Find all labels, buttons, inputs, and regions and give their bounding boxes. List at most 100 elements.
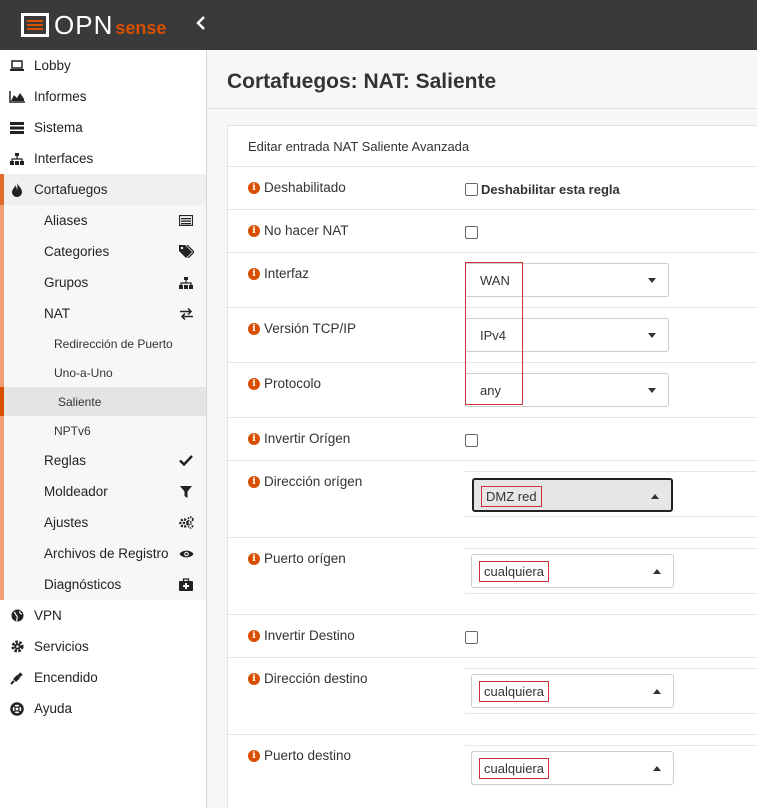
field-label: i Versión TCP/IP <box>248 321 356 336</box>
info-icon[interactable]: i <box>248 224 260 237</box>
sidebar-item-uno-a-uno[interactable]: Uno-a-Uno <box>4 358 206 387</box>
no-nat-checkbox[interactable] <box>465 226 478 240</box>
panel-title: Editar entrada NAT Saliente Avanzada <box>228 126 757 167</box>
info-icon[interactable]: i <box>248 672 260 685</box>
sidebar-item-label: VPN <box>34 608 62 623</box>
life-ring-icon <box>8 701 26 716</box>
opnsense-logo[interactable]: OPN sense <box>20 10 166 40</box>
divider <box>465 668 757 669</box>
info-icon[interactable]: i <box>248 749 260 762</box>
info-icon[interactable]: i <box>248 432 260 445</box>
sitemap-icon <box>178 276 194 290</box>
caret-down-icon <box>648 278 656 283</box>
sidebar-item-vpn[interactable]: VPN <box>0 600 206 631</box>
sidebar-item-aliases[interactable]: Aliases <box>4 205 206 236</box>
destination-port-combobox[interactable]: cualquiera <box>471 751 674 785</box>
sidebar-item-redireccion-de-puerto[interactable]: Redirección de Puerto <box>4 329 206 358</box>
info-icon[interactable]: i <box>248 629 260 642</box>
source-port-combobox[interactable]: cualquiera <box>471 554 674 588</box>
disable-rule-checkbox[interactable] <box>465 183 478 197</box>
field-label: i Puerto orígen <box>248 551 346 566</box>
sitemap-icon <box>8 152 26 165</box>
sidebar-item-servicios[interactable]: Servicios <box>0 631 206 662</box>
sidebar-item-label: Archivos de Registro <box>44 546 169 561</box>
invert-destination-checkbox[interactable] <box>465 631 478 645</box>
sidebar-item-sistema[interactable]: Sistema <box>0 112 206 143</box>
sidebar-item-label: Encendido <box>34 670 98 685</box>
check-icon <box>178 454 194 468</box>
caret-up-icon <box>653 569 661 574</box>
globe-icon <box>8 609 26 622</box>
collapse-sidebar-button[interactable] <box>196 16 206 35</box>
form-row-source-port: i Puerto orígen cualquiera <box>228 538 757 615</box>
page-title: Cortafuegos: NAT: Saliente <box>227 70 497 93</box>
destination-address-value: cualquiera <box>479 681 549 702</box>
divider <box>465 593 757 594</box>
sidebar-item-label: Servicios <box>34 639 89 654</box>
area-chart-icon <box>8 90 26 103</box>
sidebar-item-lobby[interactable]: Lobby <box>0 50 206 81</box>
form-row-invert-source: i Invertir Orígen <box>228 418 757 461</box>
form-row-invert-destination: i Invertir Destino <box>228 615 757 658</box>
field-label: i Dirección orígen <box>248 474 362 489</box>
server-icon <box>8 121 26 134</box>
cog-icon <box>8 640 26 653</box>
sidebar-item-ajustes[interactable]: Ajustes <box>4 507 206 538</box>
divider <box>465 745 757 746</box>
source-address-combobox[interactable]: DMZ red <box>472 478 673 512</box>
sidebar-item-label: Diagnósticos <box>44 577 122 592</box>
sidebar-item-interfaces[interactable]: Interfaces <box>0 143 206 174</box>
info-icon[interactable]: i <box>248 322 260 335</box>
sidebar-item-archivos-de-registro[interactable]: Archivos de Registro <box>4 538 206 569</box>
sidebar-item-nptv6[interactable]: NPTv6 <box>4 416 206 445</box>
form-row-destination-port: i Puerto destino cualquiera <box>228 735 757 808</box>
field-label: i Protocolo <box>248 376 321 391</box>
sidebar-item-encendido[interactable]: Encendido <box>0 662 206 693</box>
divider <box>465 713 757 714</box>
filter-icon <box>178 485 194 499</box>
sidebar-item-saliente[interactable]: Saliente <box>0 387 206 416</box>
sidebar-item-informes[interactable]: Informes <box>0 81 206 112</box>
sidebar-item-grupos[interactable]: Grupos <box>4 267 206 298</box>
disable-rule-checkbox-group: Deshabilitar esta regla <box>465 181 620 197</box>
sidebar-item-label: Interfaces <box>34 151 94 166</box>
destination-address-combobox[interactable]: cualquiera <box>471 674 674 708</box>
firewall-submenu: Aliases Categories Grupos NAT Redirecció… <box>0 205 206 600</box>
sidebar-item-nat[interactable]: NAT <box>4 298 206 329</box>
sidebar-item-reglas[interactable]: Reglas <box>4 445 206 476</box>
divider <box>465 548 757 549</box>
exchange-icon <box>178 307 194 321</box>
form-row-destination-address: i Dirección destino cualquiera <box>228 658 757 735</box>
main-content: Cortafuegos: NAT: Saliente Editar entrad… <box>207 50 757 808</box>
destination-port-value: cualquiera <box>479 758 549 779</box>
chevron-left-icon <box>196 16 205 30</box>
info-icon[interactable]: i <box>248 181 260 194</box>
sidebar-item-label: Grupos <box>44 275 89 290</box>
nat-edit-panel: Editar entrada NAT Saliente Avanzada i D… <box>227 125 757 808</box>
sidebar-item-ayuda[interactable]: Ayuda <box>0 693 206 724</box>
sidebar-item-label: Cortafuegos <box>34 182 108 197</box>
disable-rule-checkbox-label[interactable]: Deshabilitar esta regla <box>481 182 620 197</box>
info-icon[interactable]: i <box>248 267 260 280</box>
sidebar-item-diagnosticos[interactable]: Diagnósticos <box>4 569 206 600</box>
field-label: i Dirección destino <box>248 671 368 686</box>
info-icon[interactable]: i <box>248 552 260 565</box>
sidebar-item-label: Categories <box>44 244 110 259</box>
sidebar-item-label: Ajustes <box>44 515 89 530</box>
info-icon[interactable]: i <box>248 475 260 488</box>
field-label: i Invertir Orígen <box>248 431 350 446</box>
sidebar-item-cortafuegos[interactable]: Cortafuegos <box>0 174 206 205</box>
sidebar-item-label: NAT <box>44 306 70 321</box>
form-row-no-nat: i No hacer NAT <box>228 210 757 253</box>
invert-source-checkbox[interactable] <box>465 434 478 448</box>
sidebar: Lobby Informes Sistema Interfaces Cortaf… <box>0 50 207 808</box>
top-bar: OPN sense <box>0 0 757 50</box>
source-port-value: cualquiera <box>479 561 549 582</box>
divider <box>465 516 757 517</box>
field-label: i Interfaz <box>248 266 309 281</box>
info-icon[interactable]: i <box>248 377 260 390</box>
sidebar-item-label: Moldeador <box>44 484 108 499</box>
caret-up-icon <box>653 689 661 694</box>
sidebar-item-categories[interactable]: Categories <box>4 236 206 267</box>
sidebar-item-moldeador[interactable]: Moldeador <box>4 476 206 507</box>
